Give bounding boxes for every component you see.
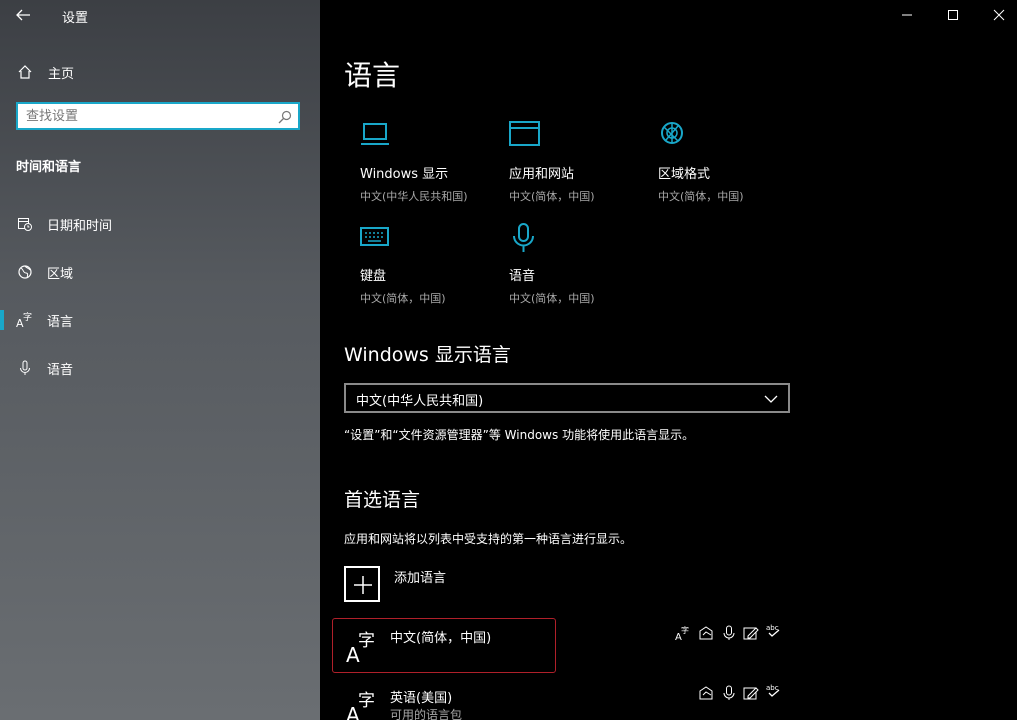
preferred-languages-heading: 首选语言 [344,489,421,511]
category-title: 语音 [509,269,536,284]
microphone-icon [16,359,34,377]
laptop-icon [361,123,389,145]
svg-text:abc: abc [766,684,779,692]
svg-text:字: 字 [681,625,689,635]
back-arrow-icon [16,9,30,21]
category-keyboard[interactable]: 键盘 中文(简体，中国) [360,223,500,306]
microphone-icon [513,223,534,252]
category-windows-display[interactable]: Windows 显示 中文(中华人民共和国) [360,121,500,204]
close-button[interactable] [976,0,1017,30]
category-title: 键盘 [360,269,387,284]
category-subtitle: 中文(简体，中国) [509,292,595,305]
plus-box [344,566,380,602]
sidebar-item-language[interactable]: A字 语言 [0,300,320,340]
display-language-dropdown[interactable]: 中文(中华人民共和国) [344,383,790,413]
dropdown-value: 中文(中华人民共和国) [356,394,484,409]
sidebar-item-label: 日期和时间 [47,218,113,234]
add-language-button[interactable]: 添加语言 [344,566,544,606]
category-subtitle: 中文(中华人民共和国) [360,190,468,203]
section-title: 时间和语言 [16,160,82,175]
handwriting-feature-icon [699,626,713,640]
page-title: 语言 [344,59,401,92]
category-title: 区域格式 [658,167,711,182]
add-language-label: 添加语言 [394,571,447,586]
home-icon [16,63,34,81]
maximize-icon [948,10,958,20]
selected-indicator [0,310,4,330]
handwriting-pen-feature-icon [743,627,759,640]
minimize-button[interactable] [884,0,930,30]
search-icon[interactable] [278,109,292,128]
language-row[interactable]: A字 英语(美国) 可用的语言包 abc [332,678,1002,720]
display-language-heading: Windows 显示语言 [344,344,511,366]
category-title: Windows 显示 [360,167,449,182]
sidebar: 设置 主页 时间和语言 日期和时间 区域 A字 语言 [0,0,320,720]
handwriting-feature-icon [699,686,713,700]
language-icon: A字 [16,311,34,329]
category-subtitle: 中文(简体，中国) [360,292,446,305]
sidebar-item-speech[interactable]: 语音 [0,348,320,388]
search-box[interactable] [16,102,300,130]
language-name: 中文(简体，中国) [390,631,492,646]
svg-text:字: 字 [23,311,32,323]
plus-icon [354,576,372,594]
category-speech[interactable]: 语音 中文(简体，中国) [509,223,649,306]
globe-format-icon [661,122,683,144]
chevron-down-icon [764,395,778,403]
calendar-clock-icon [16,215,34,233]
maximize-button[interactable] [930,0,976,30]
svg-text:abc: abc [766,624,779,632]
back-button[interactable] [10,4,36,26]
speech-feature-icon [723,685,735,700]
search-input[interactable] [18,104,276,128]
minimize-icon [902,14,912,16]
category-regional-format[interactable]: 区域格式 中文(简体，中国) [658,121,798,204]
sidebar-item-label: 语言 [47,314,74,330]
window-title: 设置 [62,11,89,26]
svg-text:字: 字 [358,691,375,711]
category-subtitle: 中文(简体，中国) [658,190,744,203]
language-glyph-icon: A字 [346,631,375,664]
keyboard-icon [360,227,389,246]
browser-window-icon [509,121,540,146]
sidebar-item-label: 主页 [48,66,75,82]
preferred-languages-description: 应用和网站将以列表中受支持的第一种语言进行显示。 [344,532,633,546]
main-panel: 语言 Windows 显示 中文(中华人民共和国) 应用和网站 中文(简体，中国… [320,0,1017,720]
language-row[interactable]: A字 中文(简体，中国) A字 abc [332,618,1002,674]
handwriting-pen-feature-icon [743,687,759,700]
sidebar-item-date-time[interactable]: 日期和时间 [0,204,320,244]
sidebar-item-label: 区域 [47,266,74,282]
category-subtitle: 中文(简体，中国) [509,190,595,203]
display-language-feature-icon: A字 [675,625,689,641]
display-language-description: “设置”和“文件资源管理器”等 Windows 功能将使用此语言显示。 [344,428,695,442]
speech-feature-icon [723,625,735,640]
spellcheck-feature-icon: abc [766,684,780,697]
category-title: 应用和网站 [509,167,575,182]
language-name: 英语(美国) [390,691,453,706]
language-status: 可用的语言包 [390,708,463,720]
language-glyph-icon: A字 [346,691,375,720]
sidebar-item-home[interactable]: 主页 [0,52,320,92]
category-apps-websites[interactable]: 应用和网站 中文(简体，中国) [509,121,649,204]
sidebar-item-region[interactable]: 区域 [0,252,320,292]
spellcheck-feature-icon: abc [766,624,780,637]
sidebar-item-label: 语音 [47,362,74,378]
close-icon [993,9,1005,21]
svg-text:字: 字 [358,631,375,651]
globe-icon [16,263,34,281]
